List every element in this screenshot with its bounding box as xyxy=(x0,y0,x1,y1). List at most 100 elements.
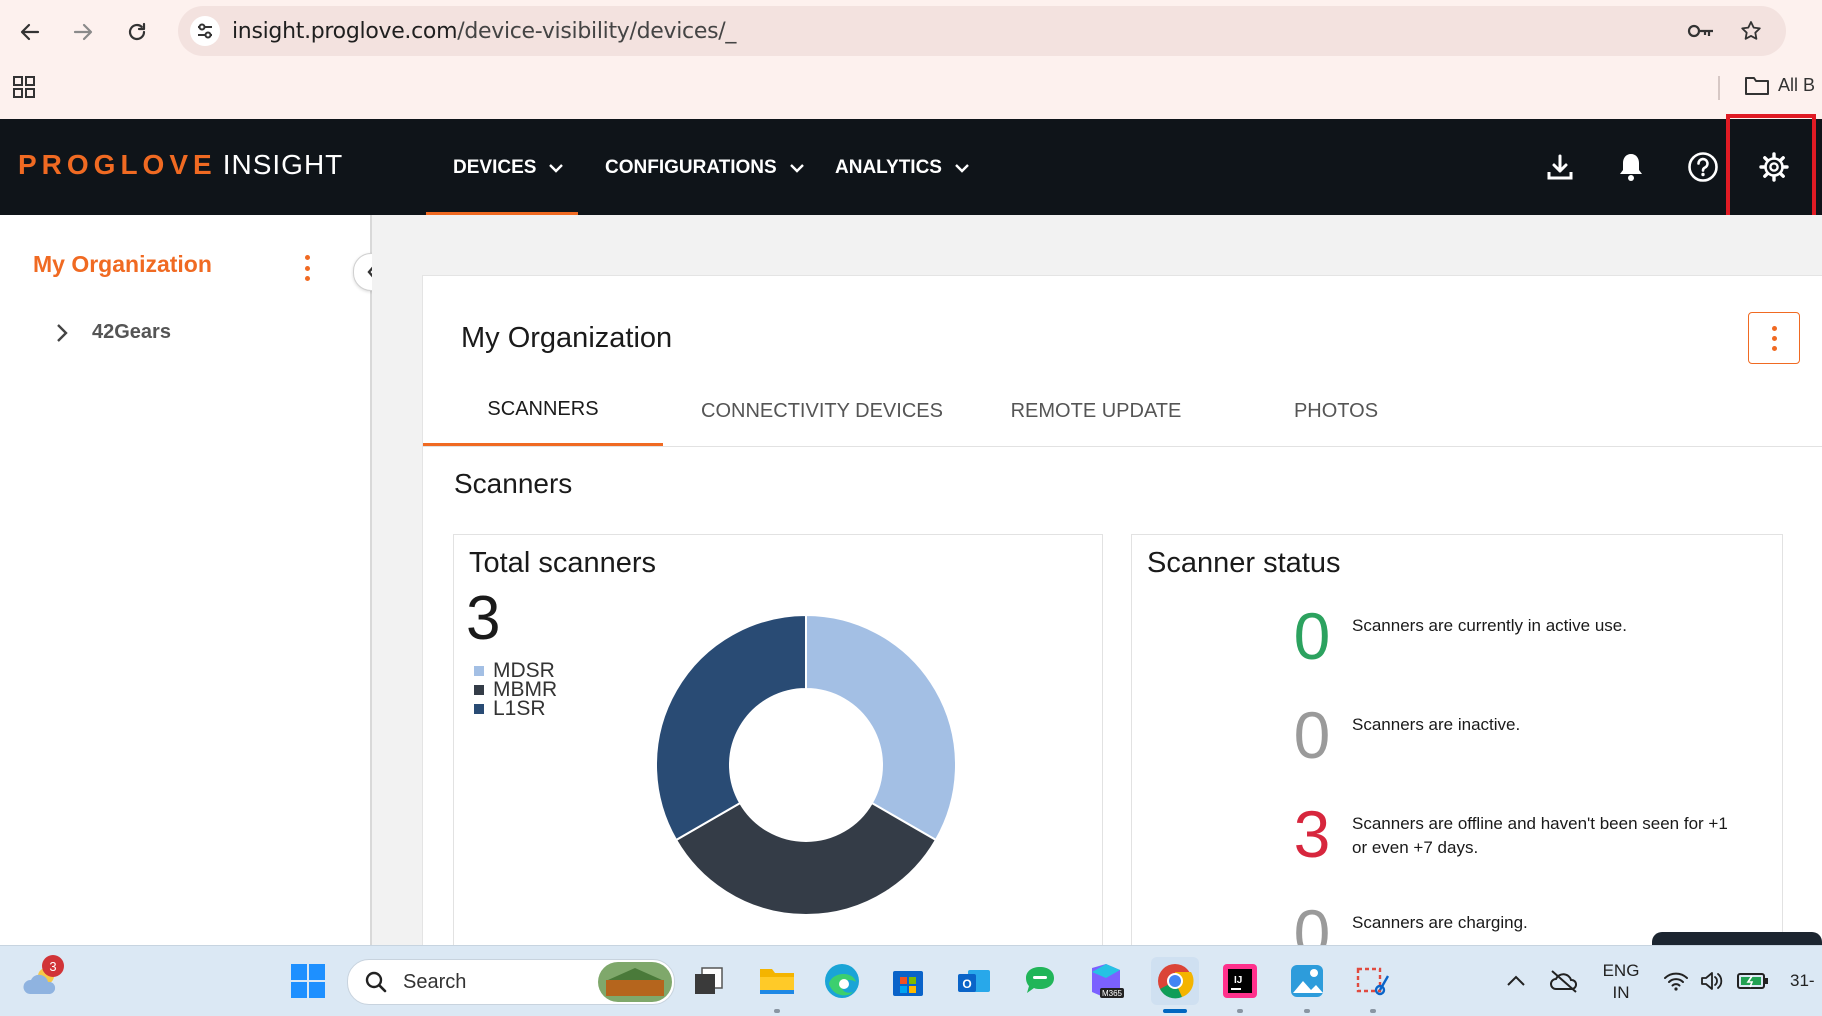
legend-label: L1SR xyxy=(493,697,546,720)
tree-item-42gears[interactable]: 42Gears xyxy=(56,321,171,344)
status-row-inactive: 0 Scanners are inactive. xyxy=(1292,702,1742,768)
file-explorer-icon[interactable] xyxy=(755,959,799,1003)
card-more-menu-button[interactable] xyxy=(1748,312,1800,364)
scanner-status-panel: Scanner status 0 Scanners are currently … xyxy=(1131,534,1783,966)
running-indicator xyxy=(1304,1009,1310,1013)
nav-devices[interactable]: DEVICES xyxy=(453,157,564,179)
chevron-down-icon xyxy=(789,164,804,173)
app-header: PROGLOVE INSIGHT DEVICES CONFIGURATIONS A… xyxy=(0,119,1822,215)
running-indicator xyxy=(1237,1009,1243,1013)
svg-text:M365: M365 xyxy=(1102,989,1123,998)
scanner-status-title: Scanner status xyxy=(1147,547,1341,579)
microsoft-365-icon[interactable]: M365 xyxy=(1084,959,1128,1003)
sidebar-title[interactable]: My Organization xyxy=(33,251,212,278)
tab-connectivity-devices[interactable]: CONNECTIVITY DEVICES xyxy=(663,376,981,446)
svg-text:O: O xyxy=(962,977,971,991)
tab-remote-update[interactable]: REMOTE UPDATE xyxy=(981,376,1211,446)
language-code: ENG xyxy=(1602,961,1640,980)
browser-chrome: insight.proglove.com/device-visibility/d… xyxy=(0,0,1822,119)
nav-analytics-label: ANALYTICS xyxy=(835,157,942,178)
bookmark-star-icon[interactable] xyxy=(1736,16,1766,46)
windows-taskbar: Search O M365 IJ ENG IN 31- xyxy=(0,945,1822,1016)
total-scanners-panel: Total scanners 3 MDSR MBMR L1SR xyxy=(453,534,1103,956)
status-count-inactive: 0 xyxy=(1293,698,1331,772)
outlook-icon[interactable]: O xyxy=(952,959,996,1003)
chat-app-icon[interactable] xyxy=(1018,959,1062,1003)
chevron-right-icon[interactable] xyxy=(56,323,68,343)
tree-item-label: 42Gears xyxy=(92,321,171,343)
photos-app-icon[interactable] xyxy=(1285,959,1329,1003)
bookmarks-divider xyxy=(1718,76,1720,100)
weather-notification-badge: 3 xyxy=(42,955,64,977)
search-icon xyxy=(365,971,387,993)
back-icon[interactable] xyxy=(12,14,48,50)
folder-icon xyxy=(1745,77,1769,95)
main-content: My Organization SCANNERS CONNECTIVITY DE… xyxy=(372,215,1822,966)
active-app-indicator xyxy=(1163,1009,1187,1013)
scanner-donut-chart xyxy=(656,615,956,915)
address-bar[interactable]: insight.proglove.com/device-visibility/d… xyxy=(178,6,1786,56)
tab-photos[interactable]: PHOTOS xyxy=(1211,376,1461,446)
donut-slice-mdsr[interactable] xyxy=(805,615,956,842)
edge-browser-icon[interactable] xyxy=(820,959,864,1003)
status-row-offline: 3 Scanners are offline and haven't been … xyxy=(1292,801,1742,867)
bell-icon[interactable] xyxy=(1611,147,1651,187)
legend-swatch-mbmr xyxy=(474,684,484,695)
status-row-active: 0 Scanners are currently in active use. xyxy=(1292,603,1742,669)
url-text: insight.proglove.com/device-visibility/d… xyxy=(232,19,737,44)
input-language-indicator[interactable]: ENG IN xyxy=(1598,960,1644,1004)
microsoft-store-icon[interactable] xyxy=(886,959,930,1003)
cloud-sync-off-icon[interactable] xyxy=(1542,959,1586,1003)
logo-brand: PROGLOVE xyxy=(18,149,217,180)
task-view-icon[interactable] xyxy=(687,959,731,1003)
page-title: My Organization xyxy=(461,322,673,354)
forward-icon[interactable] xyxy=(65,14,101,50)
nav-configurations[interactable]: CONFIGURATIONS xyxy=(605,157,805,179)
tab-scanners[interactable]: SCANNERS xyxy=(423,376,663,446)
windows-start-icon[interactable] xyxy=(286,959,330,1003)
reload-icon[interactable] xyxy=(119,14,155,50)
chevron-down-icon xyxy=(549,164,564,173)
organization-sidebar: My Organization 42Gears xyxy=(0,215,372,945)
status-count-active: 0 xyxy=(1293,599,1331,673)
sidebar-more-menu-icon[interactable] xyxy=(297,253,317,283)
legend-swatch-l1sr xyxy=(474,703,484,714)
donut-slice-mbmr[interactable] xyxy=(674,801,938,915)
proglove-logo[interactable]: PROGLOVE INSIGHT xyxy=(18,149,343,181)
status-text-active: Scanners are currently in active use. xyxy=(1352,616,1627,635)
battery-charging-icon[interactable] xyxy=(1731,959,1775,1003)
site-settings-icon[interactable] xyxy=(190,16,220,46)
status-text-offline: Scanners are offline and haven't been se… xyxy=(1352,814,1728,857)
donut-slice-l1sr[interactable] xyxy=(656,615,807,842)
chrome-browser-icon[interactable] xyxy=(1151,957,1199,1005)
download-icon[interactable] xyxy=(1540,147,1580,187)
region-code: IN xyxy=(1612,983,1630,1002)
chevron-down-icon xyxy=(955,164,969,173)
running-indicator xyxy=(1370,1009,1376,1013)
show-hidden-icons-chevron-up-icon[interactable] xyxy=(1494,959,1538,1003)
password-key-icon[interactable] xyxy=(1686,16,1716,46)
chart-legend: MDSR MBMR L1SR xyxy=(474,660,557,720)
search-highlight-image xyxy=(598,962,672,1002)
total-scanners-title: Total scanners xyxy=(469,547,656,579)
nav-analytics[interactable]: ANALYTICS xyxy=(835,157,970,179)
nav-configurations-label: CONFIGURATIONS xyxy=(605,157,777,178)
all-bookmarks-button[interactable]: All B xyxy=(1744,74,1815,96)
intellij-icon[interactable]: IJ xyxy=(1218,959,1262,1003)
legend-swatch-mdsr xyxy=(474,665,484,676)
apps-grid-icon[interactable] xyxy=(13,76,35,103)
section-title: Scanners xyxy=(454,468,573,499)
running-indicator xyxy=(774,1009,780,1013)
organization-card: My Organization SCANNERS CONNECTIVITY DE… xyxy=(422,275,1822,966)
taskbar-search-box[interactable]: Search xyxy=(347,959,675,1005)
volume-icon[interactable] xyxy=(1690,959,1734,1003)
logo-product: INSIGHT xyxy=(222,149,344,180)
all-bookmarks-label: All B xyxy=(1778,74,1816,95)
legend-item[interactable]: L1SR xyxy=(474,697,557,720)
clock-date[interactable]: 31- xyxy=(1790,970,1822,992)
nav-devices-label: DEVICES xyxy=(453,157,537,178)
total-scanners-count: 3 xyxy=(466,584,501,653)
status-text-inactive: Scanners are inactive. xyxy=(1352,715,1521,734)
snipping-tool-icon[interactable] xyxy=(1351,959,1395,1003)
help-icon[interactable] xyxy=(1683,147,1723,187)
